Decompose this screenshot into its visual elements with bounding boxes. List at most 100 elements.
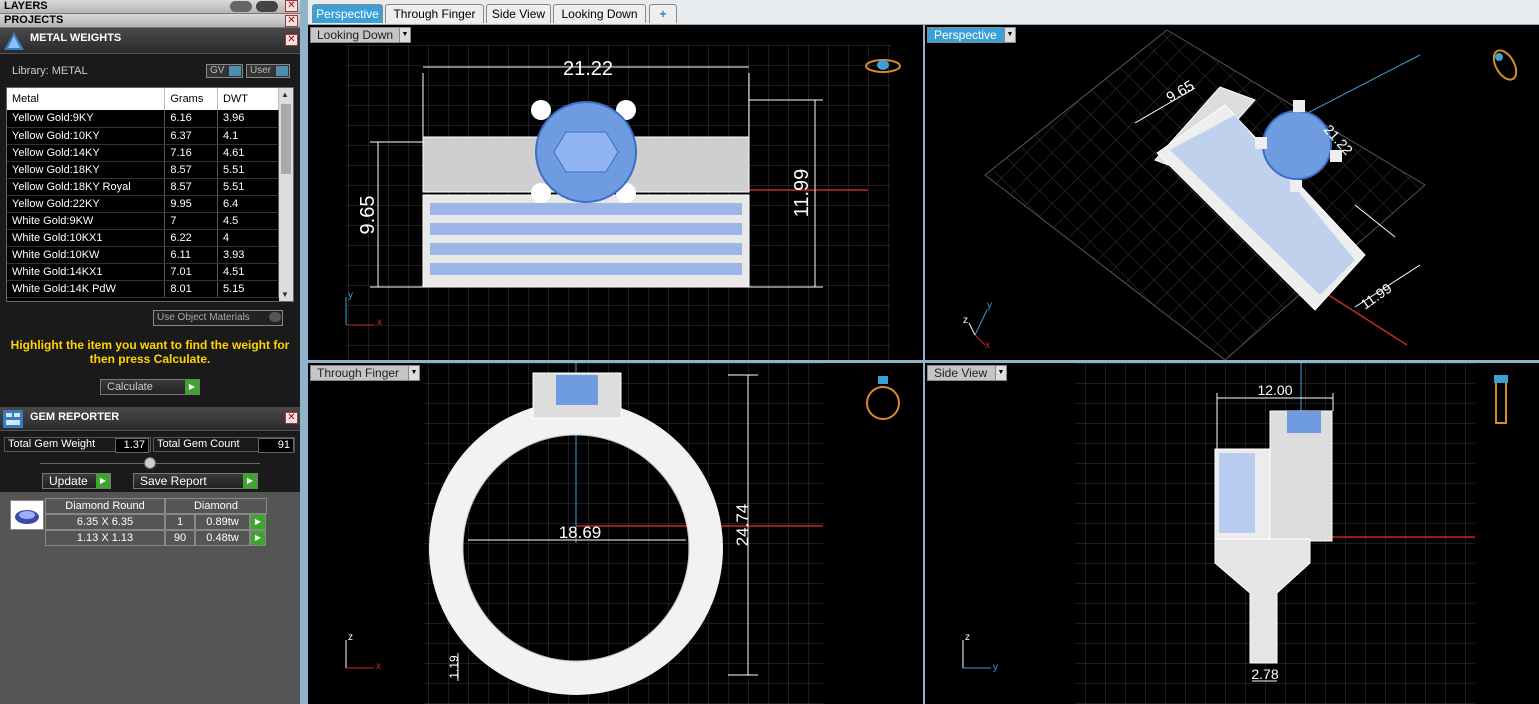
table-row[interactable]: White Gold:10KX1 6.22 4	[7, 229, 280, 247]
metal-table-header[interactable]: Metal	[7, 88, 166, 110]
table-cell: Yellow Gold:9KY	[7, 110, 166, 128]
svg-text:x: x	[985, 340, 990, 351]
gem-thumbnail[interactable]	[10, 500, 44, 530]
table-cell: Yellow Gold:18KY	[7, 161, 166, 179]
dim-width-12-00: 12.00	[1257, 382, 1292, 398]
viewport-label-perspective[interactable]: Perspective ▼	[927, 27, 1016, 43]
add-tab-button[interactable]: +	[649, 4, 677, 23]
visibility-icon[interactable]	[230, 1, 252, 12]
viewport-through-finger[interactable]: 18.69 24.74 1.19 zx Through Finger ▼	[308, 363, 923, 704]
calculate-hint: Highlight the item you want to find the …	[10, 338, 290, 366]
dropdown-arrow-icon[interactable]: ▼	[1004, 28, 1015, 42]
table-row[interactable]: Yellow Gold:14KY 7.16 4.61	[7, 144, 280, 162]
viewport-horizontal-splitter[interactable]	[308, 360, 1539, 363]
table-cell: 4.1	[217, 127, 280, 145]
table-cell: White Gold:10KW	[7, 246, 166, 264]
slider-handle-icon[interactable]	[144, 457, 156, 469]
scroll-up-icon[interactable]: ▲	[281, 90, 289, 99]
dropdown-arrow-icon[interactable]: ▼	[399, 28, 410, 42]
viewport-label-side-view[interactable]: Side View ▼	[927, 365, 1007, 381]
save-report-button[interactable]: Save Report ▶	[133, 473, 258, 489]
table-row[interactable]: White Gold:14KX1 7.01 4.51	[7, 263, 280, 281]
close-metal-weights-icon[interactable]: ✕	[285, 34, 298, 46]
table-cell: White Gold:14KX1	[7, 263, 166, 281]
perspective-drawing: 9.65 21.22 11.99 yxz	[963, 29, 1518, 360]
projects-header[interactable]: PROJECTS ✕	[0, 14, 300, 28]
tab-looking-down[interactable]: Looking Down	[553, 4, 646, 23]
close-layers-icon[interactable]: ✕	[285, 0, 298, 12]
tab-perspective[interactable]: Perspective	[312, 4, 383, 23]
viewport-looking-down[interactable]: 21.22 9.65 11.99 y x Looking Down ▼	[308, 25, 923, 360]
gem-row-select-icon[interactable]: ▶	[250, 514, 266, 530]
close-gem-reporter-icon[interactable]: ✕	[285, 412, 298, 424]
update-button[interactable]: Update ▶	[42, 473, 111, 489]
table-row[interactable]: White Gold:9KW 7 4.5	[7, 212, 280, 230]
viewport-vertical-splitter[interactable]	[923, 25, 925, 704]
gem-reporter-header: GEM REPORTER ✕	[0, 407, 300, 431]
tab-side-view[interactable]: Side View	[486, 4, 551, 23]
layers-header[interactable]: LAYERS ✕	[0, 0, 300, 14]
table-cell: 3.96	[217, 110, 280, 128]
use-object-materials-toggle[interactable]: Use Object Materials	[153, 310, 283, 326]
viewport-label-through-finger[interactable]: Through Finger ▼	[310, 365, 420, 381]
layers-title: LAYERS	[4, 0, 48, 12]
table-row[interactable]: White Gold:10KW 6.11 3.93	[7, 246, 280, 264]
metal-table-header[interactable]: DWT	[217, 88, 280, 110]
scroll-down-icon[interactable]: ▼	[281, 290, 289, 299]
table-row[interactable]: Yellow Gold:18KY 8.57 5.51	[7, 161, 280, 179]
round-diamond-icon	[15, 510, 39, 524]
use-object-materials-label: Use Object Materials	[157, 312, 250, 323]
total-gem-weight-value: 1.37	[115, 438, 149, 453]
table-cell: 8.57	[164, 161, 218, 179]
table-cell: 5.51	[217, 178, 280, 196]
metal-table-header[interactable]: Grams	[164, 88, 218, 110]
dropdown-arrow-icon[interactable]: ▼	[995, 366, 1006, 380]
viewport-side-view[interactable]: 12.00 2.78 zy Side View ▼	[925, 363, 1539, 704]
ring-thumbnail-icon	[866, 376, 900, 420]
gem-material-header: Diamond	[165, 498, 267, 514]
ring-thumbnail-icon	[1492, 49, 1518, 81]
gem-shape-header: Diamond Round	[45, 498, 165, 514]
svg-text:x: x	[377, 317, 382, 328]
table-row[interactable]: Yellow Gold:18KY Royal 8.57 5.51	[7, 178, 280, 196]
play-icon: ▶	[185, 380, 199, 394]
play-icon: ▶	[96, 474, 110, 488]
table-cell: 8.57	[164, 178, 218, 196]
tab-through-finger[interactable]: Through Finger	[385, 4, 484, 23]
axis-indicator: zx	[345, 632, 381, 672]
table-cell: 5.51	[217, 161, 280, 179]
viewport-label-text: Looking Down	[317, 28, 394, 42]
gem-row-cell: 0.89tw	[195, 514, 250, 530]
gem-row-cell: 6.35 X 6.35	[45, 514, 165, 530]
svg-text:y: y	[348, 290, 353, 301]
gem-row-select-icon[interactable]: ▶	[250, 530, 266, 546]
calculate-button[interactable]: Calculate ▶	[100, 379, 200, 395]
table-cell: White Gold:10KX1	[7, 229, 166, 247]
svg-text:y: y	[987, 300, 992, 311]
gv-toggle[interactable]: GV	[206, 64, 243, 78]
table-row[interactable]: Yellow Gold:9KY 6.16 3.96	[7, 110, 280, 128]
table-cell: 6.22	[164, 229, 218, 247]
dropdown-arrow-icon[interactable]: ▼	[408, 366, 419, 380]
user-toggle[interactable]: User	[246, 64, 290, 78]
close-projects-icon[interactable]: ✕	[285, 15, 298, 27]
eye-icon[interactable]	[256, 1, 278, 12]
panel-splitter[interactable]	[300, 0, 308, 704]
table-cell: 6.37	[164, 127, 218, 145]
table-cell: 5.15	[217, 280, 280, 298]
table-row[interactable]: White Gold:14K PdW 8.01 5.15	[7, 280, 280, 298]
table-cell: 6.16	[164, 110, 218, 128]
metal-table-scrollbar[interactable]: ▲ ▼	[279, 88, 293, 301]
metal-weights-title: METAL WEIGHTS	[30, 32, 122, 44]
metal-table[interactable]: Metal Grams DWT Yellow Gold:9KY 6.16 3.96 Yell…	[6, 87, 294, 302]
gem-reporter-icon	[3, 410, 23, 428]
viewport-label-looking-down[interactable]: Looking Down ▼	[310, 27, 411, 43]
table-cell: Yellow Gold:22KY	[7, 195, 166, 213]
svg-text:x: x	[376, 661, 381, 672]
table-row[interactable]: Yellow Gold:22KY 9.95 6.4	[7, 195, 280, 213]
dim-2-78: 2.78	[1251, 666, 1278, 682]
table-row[interactable]: Yellow Gold:10KY 6.37 4.1	[7, 127, 280, 145]
dim-width-21-22: 21.22	[563, 58, 613, 80]
dim-height-11-99: 11.99	[791, 169, 813, 218]
viewport-perspective[interactable]: 9.65 21.22 11.99 yxz Perspective ▼	[925, 25, 1539, 360]
